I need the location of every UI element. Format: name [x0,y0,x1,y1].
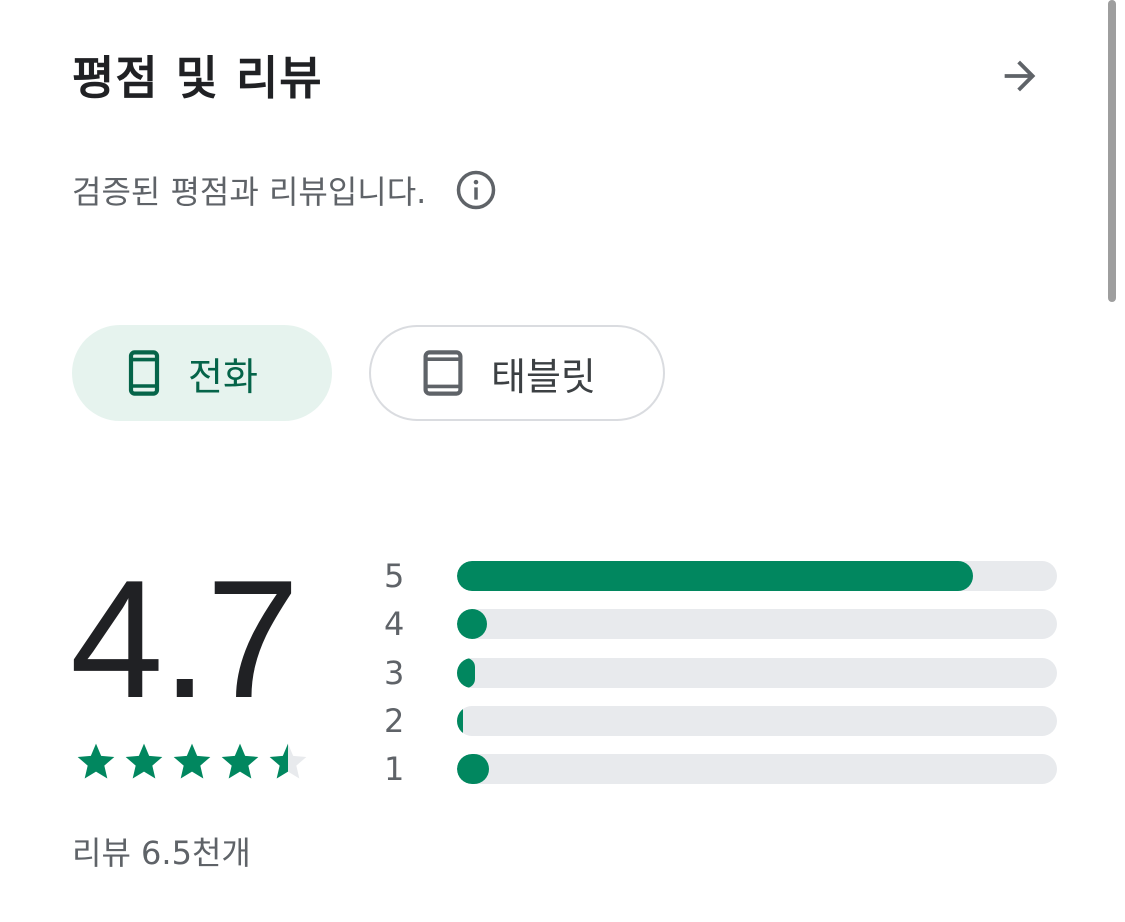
info-icon [457,170,496,210]
see-all-ratings-button[interactable] [990,48,1050,104]
rating-bar-label: 3 [384,653,405,692]
star-icon [173,743,211,779]
rating-bar-row-3: 3 [380,649,1060,697]
rating-bar-fill [457,609,487,640]
scrollbar[interactable] [1108,0,1116,302]
rating-distribution: 5 4 3 2 1 [380,552,1060,793]
rating-bar-track [457,609,1057,640]
phone-icon [128,350,160,396]
rating-bar-row-1: 1 [380,745,1060,793]
star-icon [77,743,115,779]
rating-bar-label: 1 [384,750,405,789]
average-rating: 4.7 [70,545,300,733]
section-title: 평점 및 리뷰 [72,51,323,105]
star-icon [125,743,163,779]
arrow-right-icon [1004,60,1036,92]
rating-bar-fill [457,657,475,688]
rating-bar-row-4: 4 [380,600,1060,648]
tab-phone[interactable]: 전화 [72,325,332,421]
rating-bar-track [457,754,1057,785]
info-button[interactable] [454,168,498,212]
rating-bar-fill [457,561,973,592]
rating-bar-row-2: 2 [380,697,1060,745]
star-icon [221,743,259,779]
rating-bar-fill [457,706,463,737]
rating-bar-label: 5 [384,557,405,596]
rating-bar-track [457,657,1057,688]
rating-bar-fill [457,754,489,785]
rating-bar-track [457,561,1057,592]
verified-notice-text: 검증된 평점과 리뷰입니다. [72,173,427,211]
rating-bar-label: 2 [384,702,405,741]
device-filter: 전화 태블릿 [72,325,665,421]
rating-bar-label: 4 [384,605,405,644]
star-half-icon [269,743,307,779]
tab-tablet-label: 태블릿 [491,354,596,399]
tab-tablet[interactable]: 태블릿 [369,325,665,421]
tab-phone-label: 전화 [188,354,258,399]
review-count: 리뷰 6.5천개 [72,834,251,872]
rating-bar-track [457,706,1057,737]
rating-bar-row-5: 5 [380,552,1060,600]
star-rating [74,740,314,784]
verified-notice: 검증된 평점과 리뷰입니다. [72,160,498,220]
tablet-icon [423,350,463,396]
ratings-header: 평점 및 리뷰 [72,36,1052,116]
